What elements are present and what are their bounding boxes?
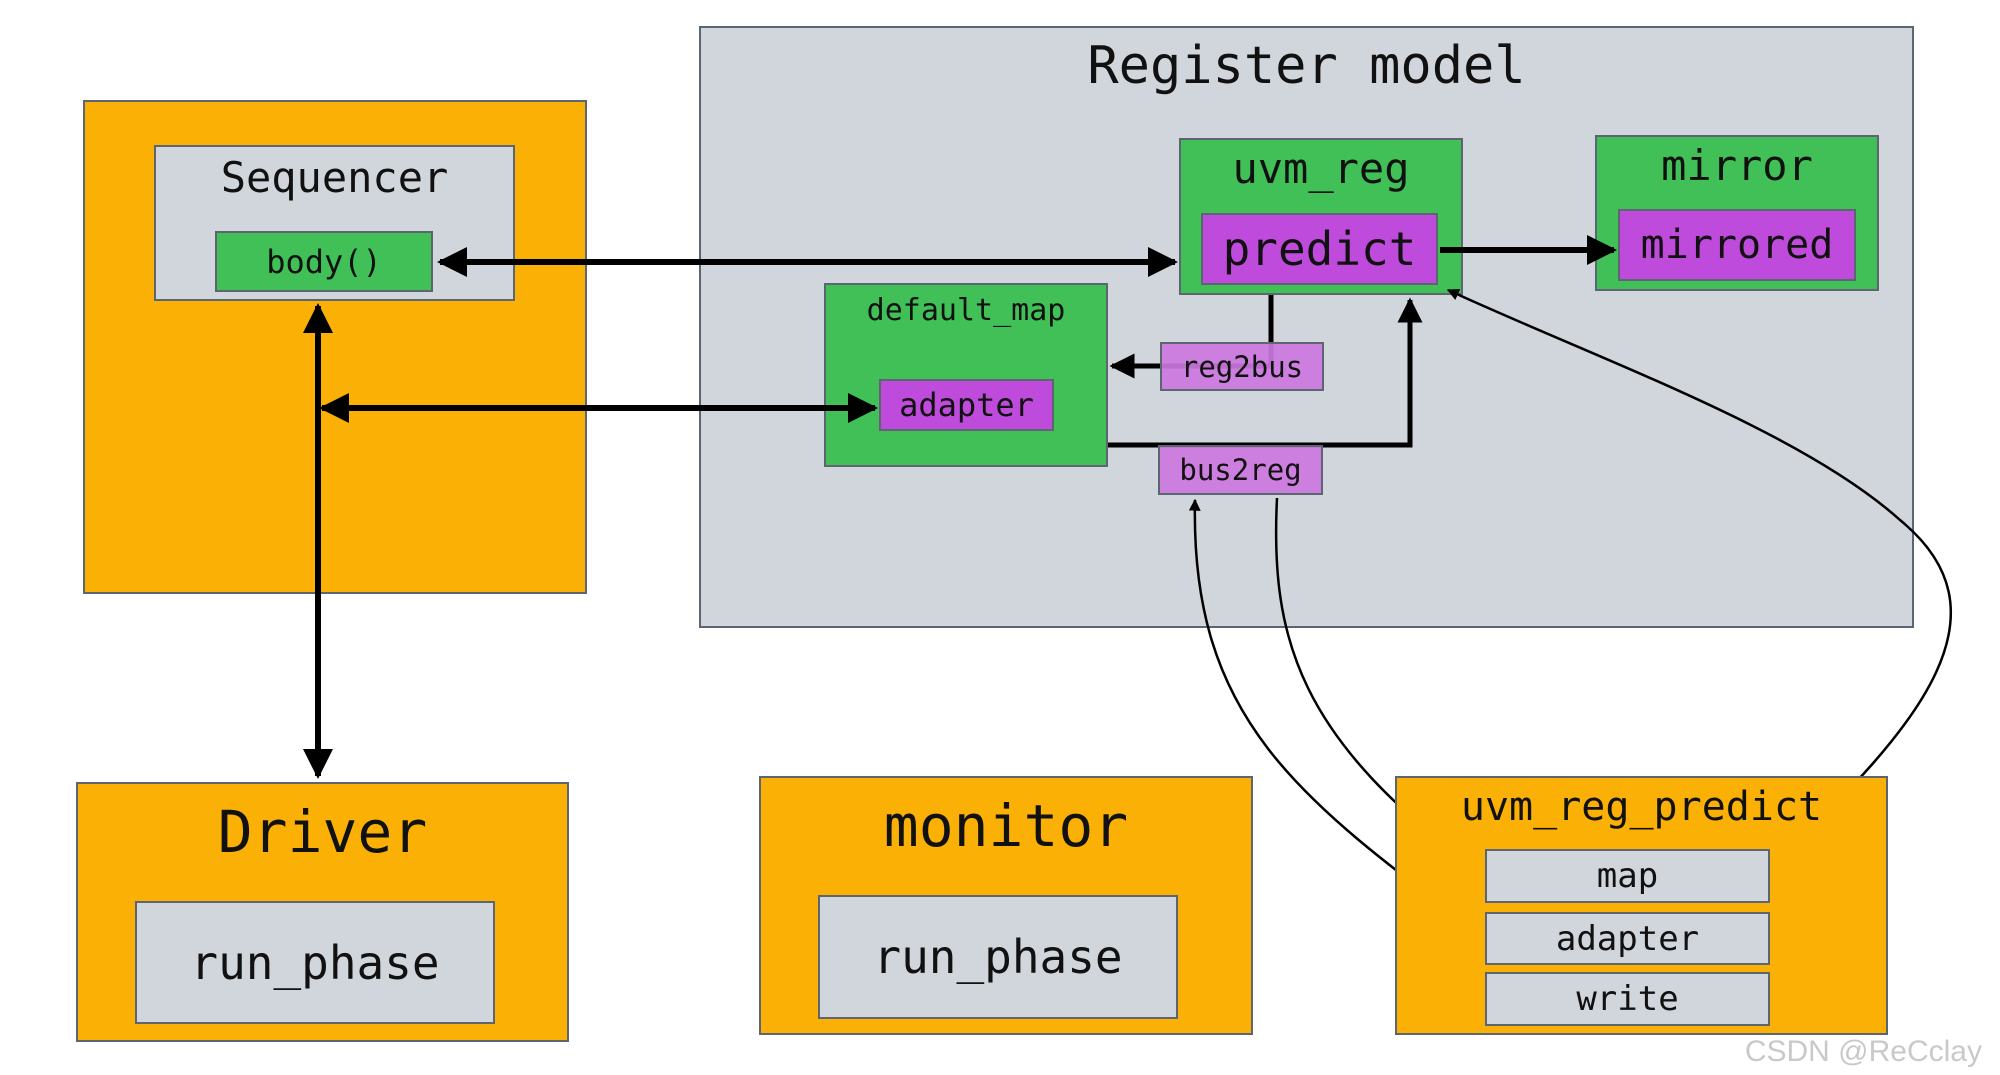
predictor-map: map <box>1485 849 1770 903</box>
register-model-title: Register model <box>1087 36 1526 96</box>
predictor-map-label: map <box>1596 856 1659 896</box>
predict-label: predict <box>1222 222 1417 276</box>
uvm-reg-title: uvm_reg <box>1232 144 1410 193</box>
predict-method: predict <box>1201 213 1438 285</box>
default-map-title: default_map <box>866 293 1066 328</box>
predictor-adapter-label: adapter <box>1555 918 1700 959</box>
mirrored-label: mirrored <box>1640 222 1834 268</box>
predictor-write: write <box>1485 972 1770 1026</box>
mirrored-field: mirrored <box>1618 209 1856 281</box>
default-map-box: default_map <box>824 283 1108 467</box>
body-method: body() <box>215 231 433 292</box>
adapter-label: adapter <box>899 386 1034 424</box>
predictor-title: uvm_reg_predict <box>1460 784 1823 830</box>
reg2bus-label: reg2bus <box>1180 349 1304 384</box>
driver-run-phase: run_phase <box>135 901 495 1024</box>
predictor-write-label: write <box>1576 979 1679 1019</box>
driver-run-phase-label: run_phase <box>190 935 440 990</box>
reg2bus-method: reg2bus <box>1160 342 1324 391</box>
sequencer-title: Sequencer <box>220 153 449 202</box>
bus2reg-label: bus2reg <box>1179 453 1302 487</box>
monitor-run-phase-label: run_phase <box>873 930 1123 984</box>
monitor-title: monitor <box>883 792 1129 860</box>
driver-title: Driver <box>217 798 428 866</box>
watermark: CSDN @ReCclay <box>1744 1035 1982 1068</box>
monitor-run-phase: run_phase <box>818 895 1178 1019</box>
body-label: body() <box>266 242 382 281</box>
predictor-adapter: adapter <box>1485 912 1770 965</box>
mirror-title: mirror <box>1661 141 1813 190</box>
adapter-field: adapter <box>879 379 1054 431</box>
bus2reg-method: bus2reg <box>1158 445 1323 495</box>
